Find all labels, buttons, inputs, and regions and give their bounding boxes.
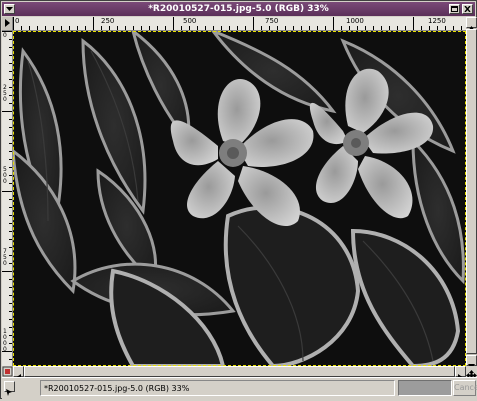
cancel-button[interactable]: Cancel <box>453 380 477 396</box>
horizontal-ruler[interactable]: 0 250 500 750 1000 1250 <box>13 17 466 31</box>
close-icon <box>464 6 471 12</box>
ruler-label: 250 <box>3 84 7 103</box>
ruler-label: 1250 <box>428 17 446 25</box>
scroll-down-button[interactable] <box>466 355 477 369</box>
quickmask-toggle[interactable] <box>2 366 13 377</box>
ruler-label: 500 <box>183 17 197 25</box>
close-button[interactable] <box>462 4 473 14</box>
navigate-button[interactable] <box>466 366 477 381</box>
ruler-label: 1000 <box>3 328 7 353</box>
maximize-icon <box>451 6 458 12</box>
ruler-label: 500 <box>3 166 7 185</box>
horizontal-scrollbar[interactable] <box>13 366 466 381</box>
quickmask-icon <box>2 366 13 377</box>
maximize-button[interactable] <box>449 4 460 14</box>
ruler-label: 0 <box>15 17 20 25</box>
status-text: *R20010527-015.jpg-5.0 (RGB) 33% <box>40 380 395 396</box>
status-bar: *R20010527-015.jpg-5.0 (RGB) 33% Cancel <box>2 377 477 399</box>
ruler-label: 750 <box>3 248 7 267</box>
pointer-icon <box>6 389 12 396</box>
ruler-label: 750 <box>265 17 279 25</box>
horizontal-scroll-thumb[interactable] <box>24 366 455 377</box>
image-canvas[interactable] <box>13 31 466 366</box>
scroll-right-button[interactable] <box>455 366 466 381</box>
vertical-scrollbar[interactable] <box>466 17 477 369</box>
menu-arrow-icon <box>5 19 10 27</box>
scroll-up-button[interactable] <box>466 17 477 31</box>
window-title: *R20010527-015.jpg-5.0 (RGB) 33% <box>148 4 329 14</box>
selection-marquee <box>13 31 466 366</box>
pointer-button[interactable] <box>4 381 15 396</box>
scroll-left-button[interactable] <box>13 366 24 381</box>
ruler-label: 250 <box>101 17 115 25</box>
vertical-ruler[interactable]: 0 250 500 750 1000 <box>2 31 13 366</box>
ruler-corner-menu-button[interactable] <box>2 17 13 31</box>
title-bar[interactable]: *R20010527-015.jpg-5.0 (RGB) 33% <box>2 2 475 16</box>
progress-bar <box>398 380 452 396</box>
image-window: *R20010527-015.jpg-5.0 (RGB) 33% 0 250 5… <box>0 0 477 399</box>
ruler-label: 1000 <box>346 17 364 25</box>
vertical-scroll-thumb[interactable] <box>466 29 477 354</box>
ruler-label: 0 <box>3 32 7 39</box>
